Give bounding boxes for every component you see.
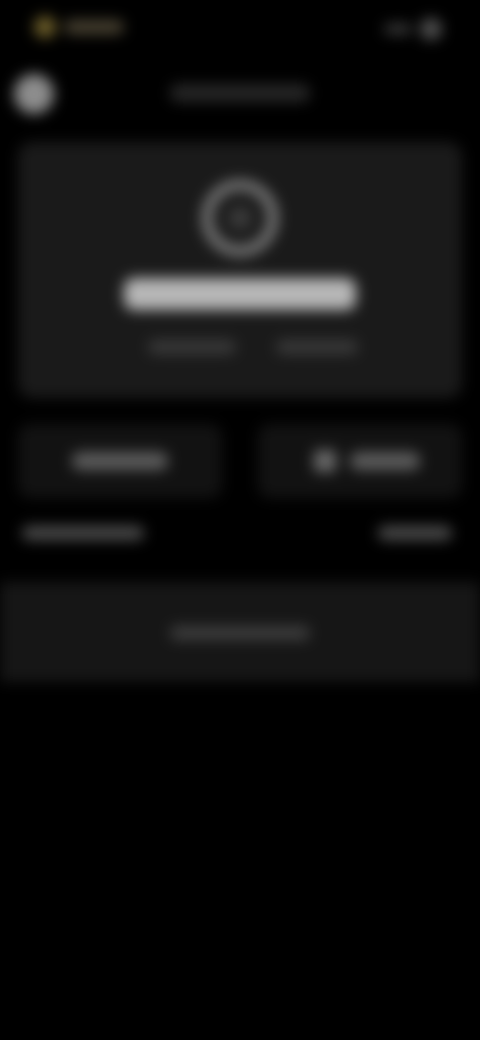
bottom-banner[interactable] (0, 582, 480, 682)
action-row (18, 424, 462, 498)
status-left (34, 16, 124, 38)
primary-action-label (72, 452, 168, 470)
primary-action-button[interactable] (18, 424, 222, 498)
square-icon (314, 450, 336, 472)
page-title (170, 84, 310, 102)
secondary-action-label (350, 452, 420, 470)
app-screen (0, 0, 480, 1040)
info-link[interactable] (378, 526, 452, 540)
battery-icon (420, 18, 442, 40)
info-row (0, 522, 480, 546)
avatar-icon (228, 206, 252, 230)
header (0, 66, 480, 122)
secondary-action-button[interactable] (258, 424, 462, 498)
profile-subtitle-right (276, 340, 358, 354)
profile-card (18, 142, 462, 398)
status-bar (0, 0, 480, 56)
dot-icon (34, 16, 56, 38)
signal-icon (384, 24, 412, 34)
profile-subtitle-left (148, 340, 236, 354)
banner-text (170, 626, 310, 640)
info-label (22, 526, 144, 540)
avatar[interactable] (202, 180, 278, 256)
status-right (384, 18, 442, 40)
back-button[interactable] (14, 74, 54, 114)
status-time (64, 20, 124, 34)
profile-name (124, 278, 356, 310)
